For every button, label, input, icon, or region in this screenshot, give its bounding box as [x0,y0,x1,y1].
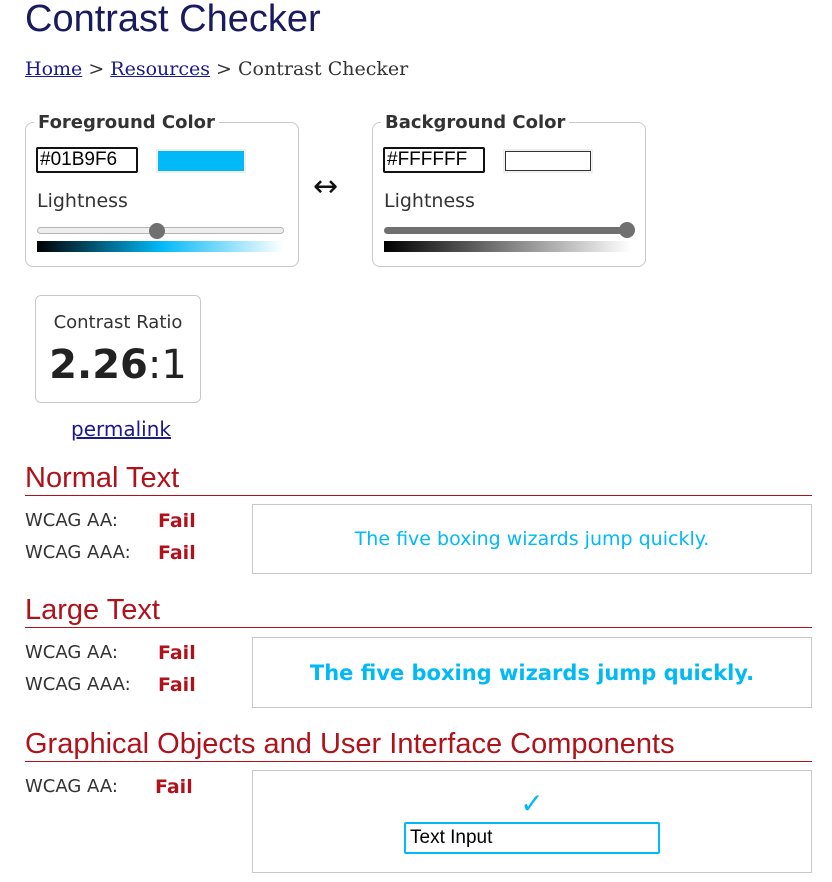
background-hex-input[interactable] [383,147,485,173]
foreground-lightness-slider-thumb[interactable] [148,223,165,239]
normal-wcag-aa-result: Fail [158,510,196,532]
large-wcag-aaa-result: Fail [158,674,196,696]
contrast-ratio-suffix: :1 [147,342,187,388]
foreground-color-panel: Foreground Color Lightness [25,111,299,267]
contrast-ratio-box: Contrast Ratio 2.26:1 [35,295,201,403]
foreground-lightness-gradient [37,241,284,252]
large-wcag-aa-label: WCAG AA: [25,642,118,663]
breadcrumb-home-link[interactable]: Home [25,58,82,80]
normal-text-preview: The five boxing wizards jump quickly. [252,504,812,574]
permalink-link[interactable]: permalink [71,416,171,442]
large-text-sample: The five boxing wizards jump quickly. [309,660,755,685]
breadcrumb-separator: > [88,58,105,80]
background-lightness-slider-thumb[interactable] [619,222,635,238]
graphical-wcag-aa-label: WCAG AA: [25,776,118,797]
breadcrumb-current: Contrast Checker [238,58,409,80]
normal-text-sample: The five boxing wizards jump quickly. [354,528,710,550]
graphical-wcag-aa-result: Fail [155,776,193,798]
foreground-hex-input[interactable] [36,147,138,173]
breadcrumb-resources-link[interactable]: Resources [110,58,210,80]
foreground-lightness-label: Lightness [37,190,128,212]
large-wcag-aaa-label: WCAG AAA: [25,674,131,695]
background-color-picker[interactable] [503,149,593,173]
normal-wcag-aaa-result: Fail [158,542,196,564]
breadcrumb: Home > Resources > Contrast Checker [25,56,408,82]
normal-wcag-aa-label: WCAG AA: [25,510,118,531]
breadcrumb-separator: > [216,58,232,80]
background-color-swatch [505,151,591,171]
swap-colors-icon[interactable]: ↔ [313,170,338,204]
contrast-ratio-value: 2.26:1 [36,342,200,388]
graphical-objects-preview: ✓ [252,770,812,873]
foreground-color-picker[interactable] [156,149,246,173]
background-lightness-gradient [384,241,631,252]
background-color-panel: Background Color Lightness [372,111,646,267]
normal-text-heading: Normal Text [25,461,812,496]
checkmark-icon: ✓ [520,786,544,820]
background-color-legend: Background Color [381,111,570,135]
large-text-heading: Large Text [25,593,812,628]
background-lightness-label: Lightness [384,190,475,212]
foreground-color-legend: Foreground Color [34,111,219,135]
large-wcag-aa-result: Fail [158,642,196,664]
page-title: Contrast Checker [25,0,321,40]
large-text-preview: The five boxing wizards jump quickly. [252,637,812,708]
graphical-objects-heading: Graphical Objects and User Interface Com… [25,727,812,762]
background-lightness-slider[interactable] [384,222,635,238]
contrast-ratio-number: 2.26 [49,342,148,388]
foreground-lightness-slider[interactable] [37,223,284,239]
foreground-color-swatch [158,151,244,171]
contrast-ratio-label: Contrast Ratio [53,312,183,333]
normal-wcag-aaa-label: WCAG AAA: [25,542,131,563]
sample-text-input[interactable] [404,821,660,854]
